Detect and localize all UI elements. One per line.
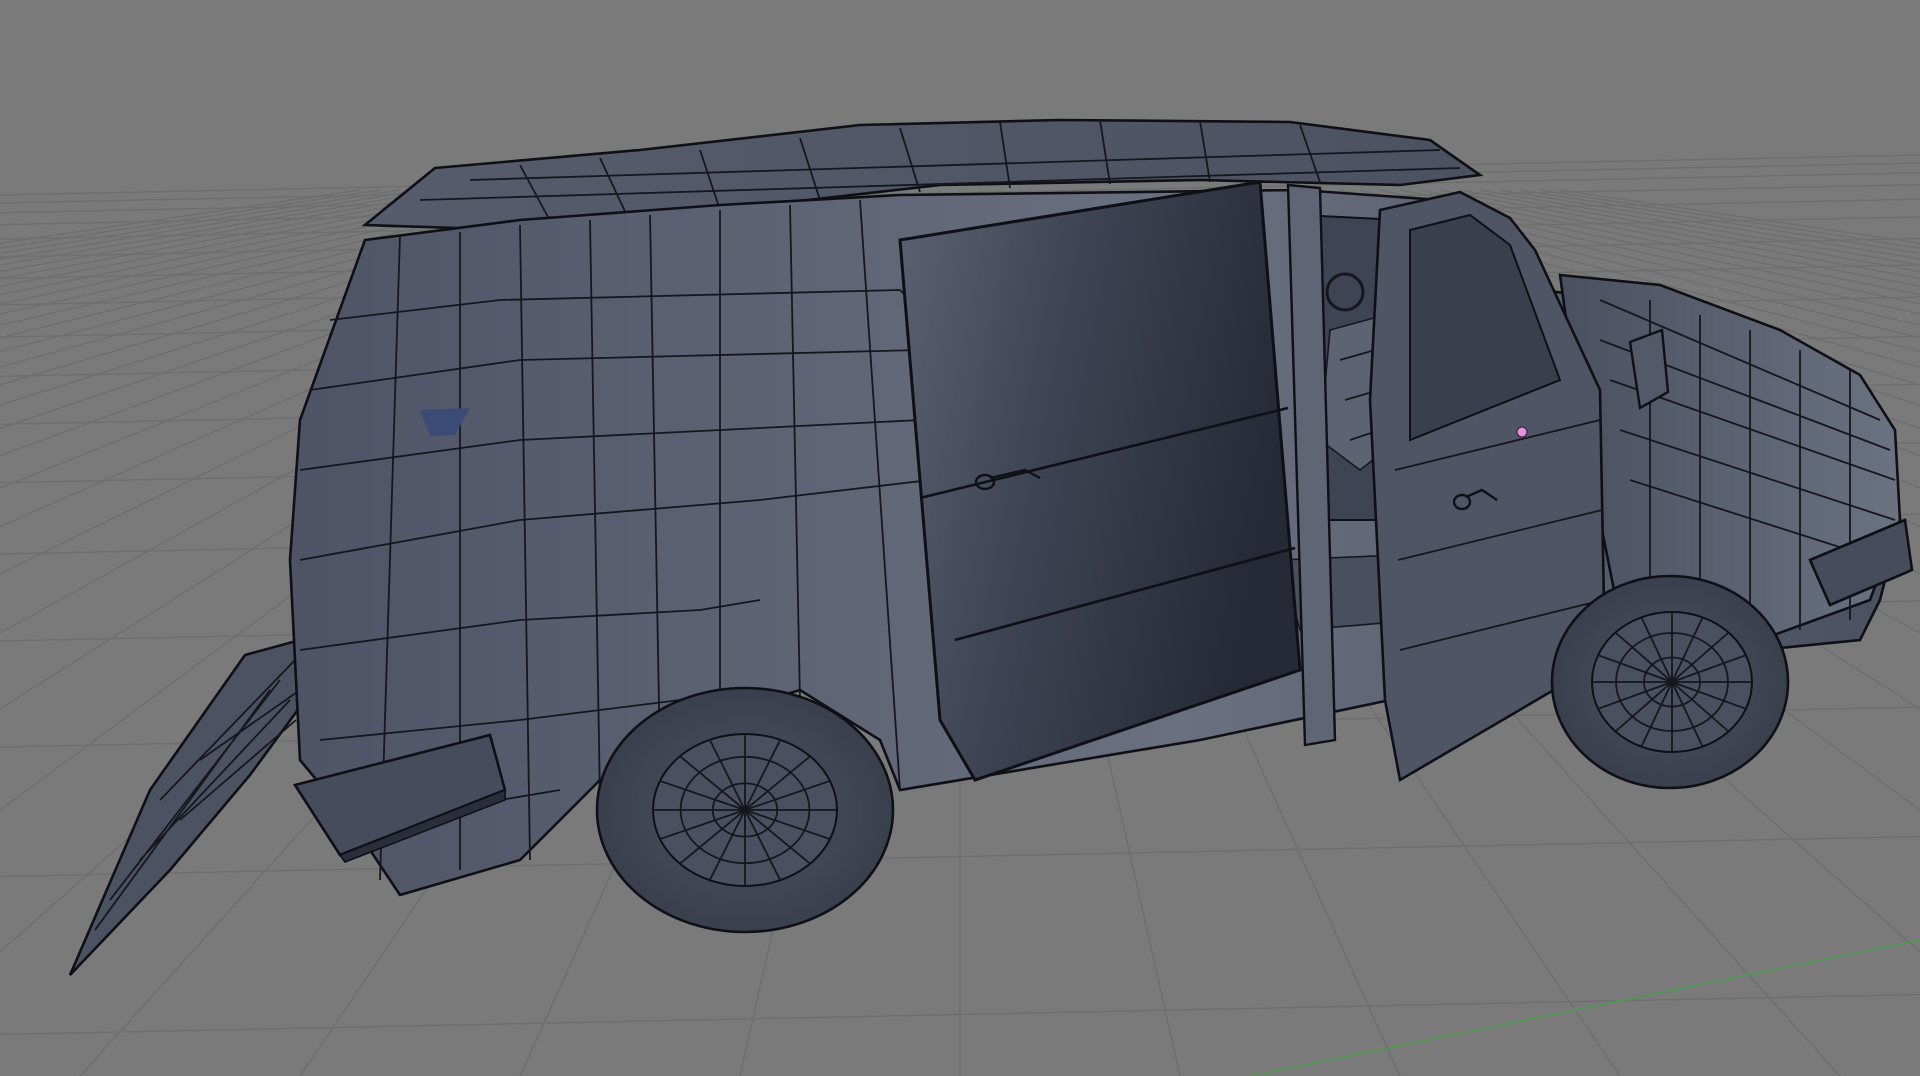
sliding-door[interactable] [898, 180, 1302, 782]
selected-vertex[interactable] [1516, 426, 1528, 438]
3d-viewport[interactable] [0, 0, 1920, 1076]
rear-hatch[interactable] [68, 638, 307, 976]
rear-wheel[interactable] [595, 686, 895, 934]
y-axis-line [1249, 939, 1920, 1076]
front-wheel[interactable] [1550, 574, 1790, 790]
